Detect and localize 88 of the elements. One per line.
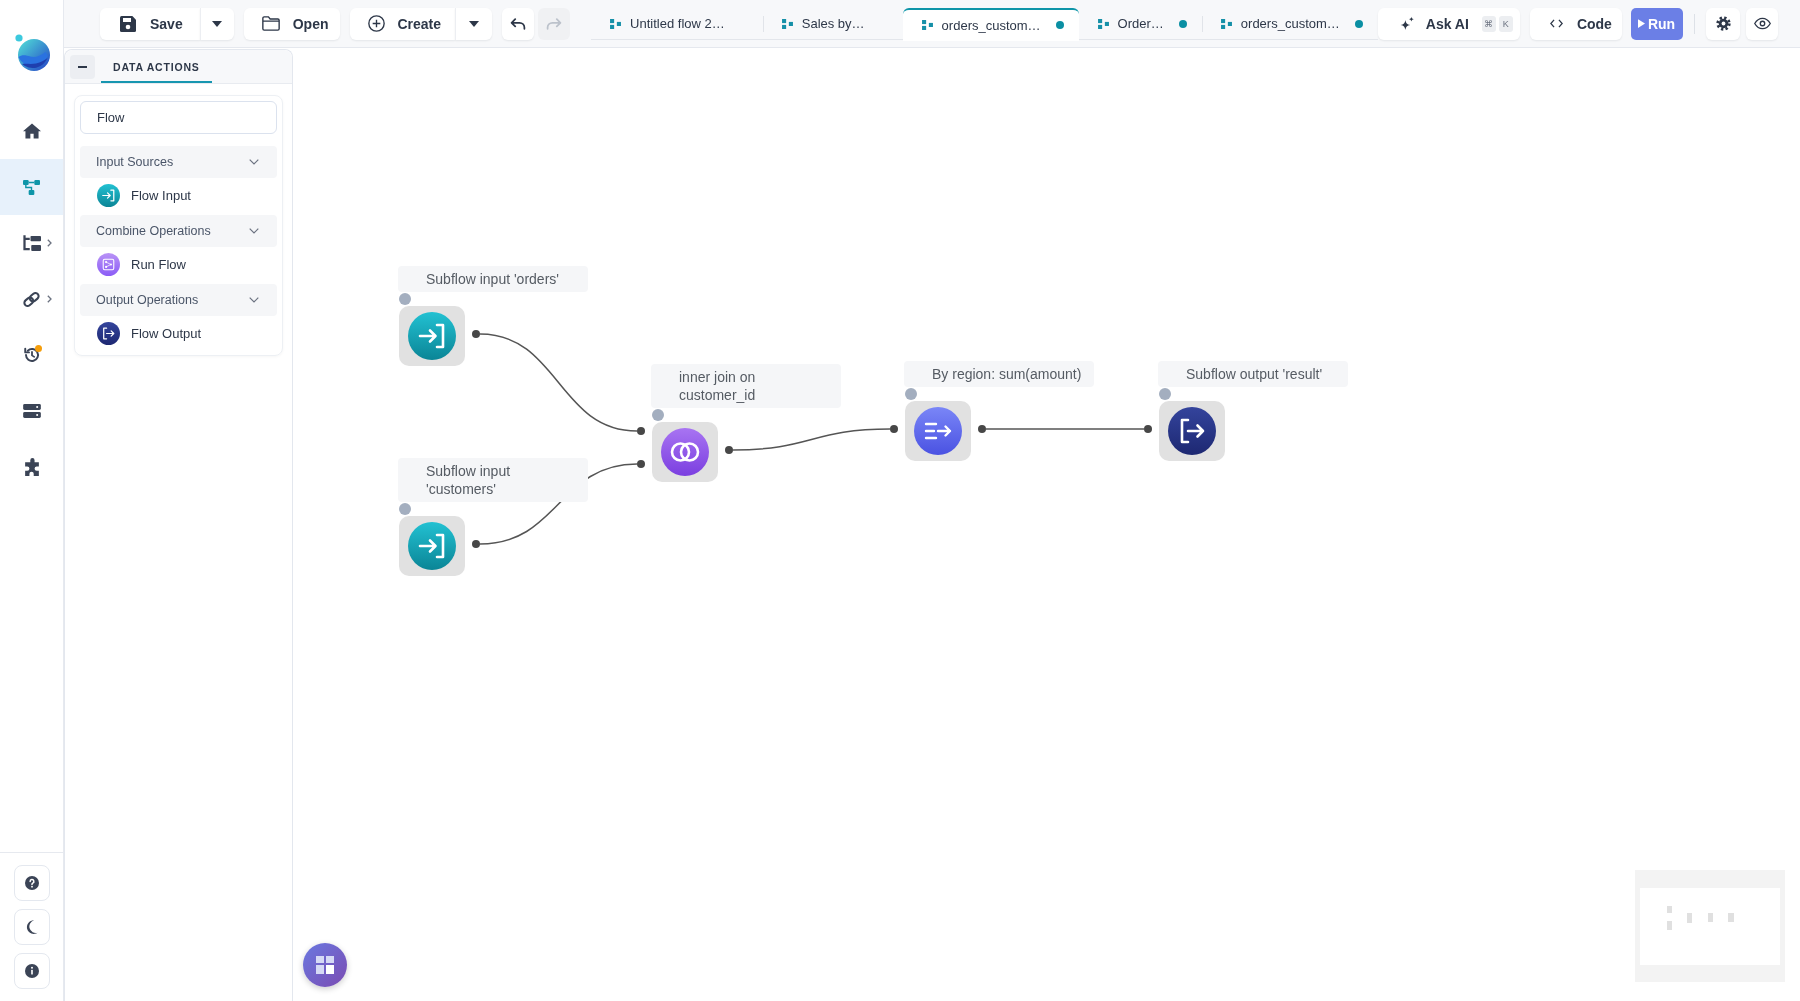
help-icon	[24, 876, 39, 890]
arrow-out-of-bracket-icon	[1168, 407, 1216, 455]
input-handle[interactable]	[637, 460, 645, 468]
ask-ai-button[interactable]: Ask AI ⌘ K	[1377, 7, 1520, 40]
node-label: Subflow input 'orders'	[398, 266, 588, 292]
undo-button[interactable]	[502, 7, 535, 40]
preview-button[interactable]	[1746, 7, 1779, 40]
help-button[interactable]	[13, 865, 50, 901]
save-button[interactable]: Save	[100, 7, 200, 40]
collapse-button[interactable]	[70, 54, 95, 79]
flow-node[interactable]	[399, 516, 465, 576]
eye-icon	[1753, 17, 1771, 30]
flow-node[interactable]	[652, 422, 718, 482]
file-tab[interactable]: Untitled flow 2…	[591, 7, 763, 40]
info-button[interactable]	[13, 953, 50, 989]
undo-icon	[510, 17, 527, 30]
action-item[interactable]: Flow Output	[80, 316, 277, 350]
folder-tree-icon	[22, 235, 41, 251]
overlapping-circles-icon	[661, 428, 709, 476]
action-item[interactable]: Flow Input	[80, 178, 277, 212]
storage-icon	[22, 404, 41, 418]
grid-icon	[316, 956, 334, 974]
file-tab[interactable]: orders_custom…	[1201, 7, 1378, 40]
shortcut-key: ⌘	[1481, 15, 1496, 32]
node-label: Subflow output 'result'	[1158, 361, 1348, 387]
node-dot-icon	[652, 409, 664, 421]
info-icon	[24, 964, 39, 978]
file-tab[interactable]: Order…	[1078, 7, 1202, 40]
logo-icon	[12, 31, 51, 72]
redo-icon	[546, 17, 563, 30]
node-dot-icon	[905, 388, 917, 400]
plus-circle-icon	[368, 15, 386, 32]
dropdown-button[interactable]	[455, 7, 493, 40]
home-icon	[22, 123, 41, 139]
open-button[interactable]: Open	[243, 7, 341, 40]
caret-down-icon	[469, 20, 480, 27]
play-icon	[1637, 19, 1645, 28]
theme-button[interactable]	[13, 909, 50, 945]
link-icon	[22, 289, 41, 309]
output-handle[interactable]	[472, 540, 480, 548]
minus-icon	[78, 65, 87, 68]
flow-icon	[1220, 18, 1232, 29]
layout-button[interactable]	[303, 943, 347, 987]
arrow-into-bracket-icon	[408, 522, 456, 570]
node-dot-icon	[1159, 388, 1171, 400]
input-handle[interactable]	[637, 427, 645, 435]
input-handle[interactable]	[1144, 425, 1152, 433]
code-brackets-icon	[1549, 19, 1563, 28]
folder-icon	[261, 16, 280, 31]
flow-icon	[610, 18, 622, 29]
file-tab[interactable]: orders_custom…	[902, 7, 1079, 41]
flow-node[interactable]	[905, 401, 971, 461]
output-handle[interactable]	[472, 330, 480, 338]
dropdown-button[interactable]	[199, 7, 234, 40]
node-label: Subflow input 'customers'	[398, 458, 588, 502]
flow-node[interactable]	[1159, 401, 1225, 461]
flow-nodes-icon	[23, 179, 40, 195]
output-handle[interactable]	[978, 425, 986, 433]
puzzle-icon	[23, 458, 40, 476]
search-field[interactable]: Flow	[80, 101, 277, 134]
node-dot-icon	[399, 293, 411, 305]
flow-icon	[1097, 18, 1109, 29]
category-header[interactable]: Input Sources	[80, 146, 277, 178]
category-header[interactable]: Combine Operations	[80, 215, 277, 247]
settings-button[interactable]	[1706, 7, 1741, 40]
file-tab[interactable]: Sales by…	[762, 7, 903, 40]
node-label: By region: sum(amount)	[904, 361, 1094, 387]
input-handle[interactable]	[890, 425, 898, 433]
output-handle[interactable]	[725, 446, 733, 454]
settings-icon	[1715, 16, 1731, 31]
node-label: inner join on customer_id	[651, 364, 841, 408]
node-dot-icon	[399, 503, 411, 515]
caret-down-icon	[212, 20, 223, 27]
arrow-into-bracket-icon	[408, 312, 456, 360]
arrow-out-of-bracket-icon	[97, 321, 120, 345]
run-button[interactable]: Run	[1630, 7, 1684, 40]
action-item[interactable]: Run Flow	[80, 247, 277, 281]
arrow-into-bracket-icon	[97, 183, 120, 207]
flow-icon	[921, 20, 933, 30]
moon-icon	[25, 919, 38, 935]
create-button[interactable]: Create	[350, 7, 456, 40]
flow-diagram-icon	[97, 252, 120, 276]
flow-icon	[781, 18, 793, 29]
category-header[interactable]: Output Operations	[80, 284, 277, 316]
history-icon	[22, 346, 41, 364]
shortcut-key: K	[1498, 15, 1513, 32]
code-button[interactable]: Code	[1529, 7, 1622, 40]
flow-node[interactable]	[399, 306, 465, 366]
